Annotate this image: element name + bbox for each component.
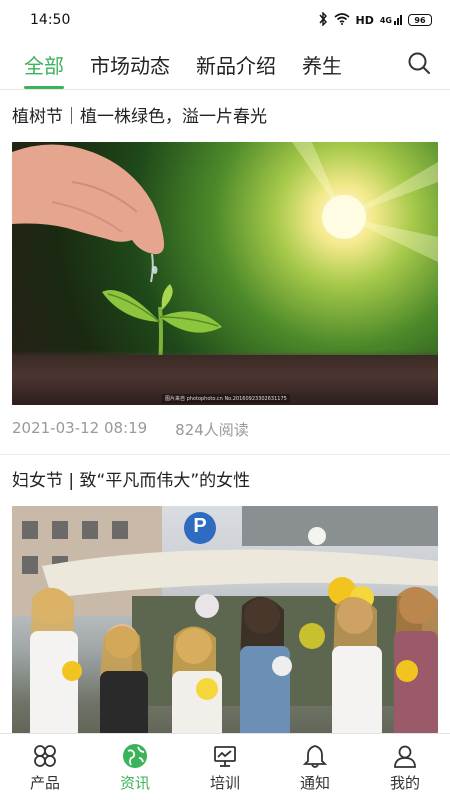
signal-icon: 4G [380,15,402,25]
article-reads: 824人阅读 [175,421,249,439]
nav-notices[interactable]: 通知 [270,734,360,800]
person-icon [391,742,419,770]
article-image[interactable]: P [12,506,438,733]
status-icons: HD 4G 96 [318,10,432,29]
bluetooth-icon [318,10,328,29]
news-feed[interactable]: 植树节｜植一株绿色，溢一片春光 图片来自 photophoto.cn No.20… [0,91,450,733]
battery-icon: 96 [408,14,432,26]
parking-sign: P [193,515,207,537]
tab-all[interactable]: 全部 [24,40,64,89]
nav-products-label: 产品 [29,773,60,792]
nav-me-label: 我的 [389,773,420,792]
clover-icon [31,742,59,770]
battery-level: 96 [414,15,426,25]
image-watermark: 图片来自 photophoto.cn No.20160923302631175 [162,394,290,403]
category-tabs: 全部 市场动态 新品介绍 养生 [0,40,450,90]
nav-news[interactable]: 资讯 [90,734,180,800]
nav-products[interactable]: 产品 [0,734,90,800]
article-title[interactable]: 植树节｜植一株绿色，溢一片春光 [12,91,438,142]
tabs-scroll[interactable]: 全部 市场动态 新品介绍 养生 [0,40,380,89]
signal-type: 4G [379,16,392,25]
article-date: 2021-03-12 08:19 [12,419,148,437]
tab-new-products[interactable]: 新品介绍 [196,40,276,89]
search-button[interactable] [404,50,434,80]
nav-notices-label: 通知 [299,773,330,792]
bottom-nav: 产品 资讯 培训 通知 我的 [0,733,450,800]
tabs-fade [330,40,380,89]
article-image[interactable]: 图片来自 photophoto.cn No.20160923302631175 [12,142,438,405]
tab-market-news[interactable]: 市场动态 [90,40,170,89]
article-meta: 2021-03-12 08:19 824人阅读 [0,405,450,455]
article-title[interactable]: 妇女节 | 致“平凡而伟大”的女性 [12,455,438,506]
bell-icon [301,742,329,770]
presentation-icon [211,742,239,770]
status-bar: 14:50 HD 4G 96 [0,0,450,40]
article-card[interactable]: 妇女节 | 致“平凡而伟大”的女性 P [0,455,450,733]
nav-training-label: 培训 [209,773,240,792]
article-card[interactable]: 植树节｜植一株绿色，溢一片春光 图片来自 photophoto.cn No.20… [0,91,450,455]
search-icon [407,51,431,79]
nav-me[interactable]: 我的 [360,734,450,800]
wifi-icon [333,12,350,28]
status-time: 14:50 [30,12,71,28]
network-type: HD [355,13,374,27]
nav-news-label: 资讯 [119,773,150,792]
globe-icon [121,742,149,770]
nav-training[interactable]: 培训 [180,734,270,800]
